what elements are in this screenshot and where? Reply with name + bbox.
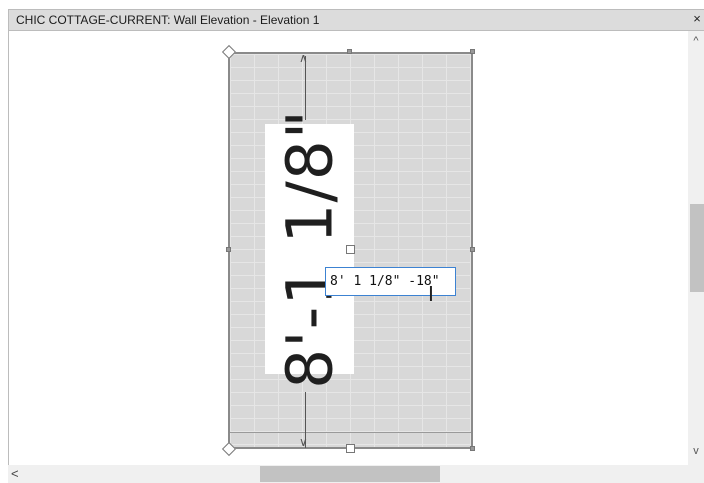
vertical-scroll-thumb[interactable] — [690, 204, 704, 292]
text-cursor-icon: I — [428, 282, 434, 306]
arrowhead-up-icon: ∧ — [299, 51, 308, 65]
arrowhead-down-icon: ∨ — [299, 435, 308, 449]
window-title: CHIC COTTAGE-CURRENT: Wall Elevation - E… — [16, 13, 320, 27]
scroll-corner — [688, 465, 704, 483]
vertical-scrollbar[interactable]: ^ v — [688, 31, 704, 465]
grip-handle-icon[interactable] — [346, 245, 355, 254]
grip-handle-icon[interactable] — [347, 49, 352, 54]
title-bar: CHIC COTTAGE-CURRENT: Wall Elevation - E… — [0, 0, 704, 33]
close-button[interactable]: × — [690, 11, 704, 26]
grip-handle-icon[interactable] — [470, 247, 475, 252]
grip-handle-icon[interactable] — [226, 247, 231, 252]
view-tab[interactable]: CHIC COTTAGE-CURRENT: Wall Elevation - E… — [8, 9, 704, 31]
scroll-left-icon[interactable]: < — [11, 466, 19, 481]
horizontal-scrollbar[interactable]: < — [8, 465, 688, 483]
grip-handle-icon[interactable] — [346, 444, 355, 453]
scroll-up-icon[interactable]: ^ — [688, 35, 704, 47]
dimension-value-text[interactable]: 8'-1 1/8" — [274, 109, 347, 389]
scroll-down-icon[interactable]: v — [688, 445, 704, 457]
grip-handle-icon[interactable] — [470, 49, 475, 54]
grip-handle-icon[interactable] — [470, 446, 475, 451]
horizontal-scroll-thumb[interactable] — [260, 466, 440, 482]
